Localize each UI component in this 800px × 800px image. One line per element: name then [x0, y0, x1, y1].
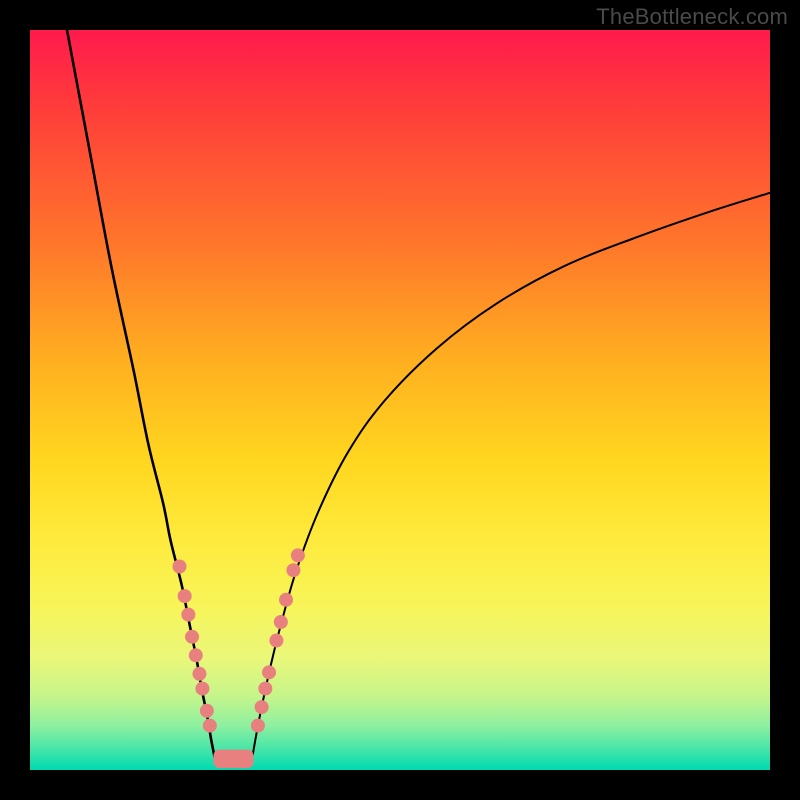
chart-svg [30, 30, 770, 770]
valley-dot [286, 563, 300, 577]
valley-dot [203, 719, 217, 733]
valley-dot [185, 630, 199, 644]
valley-dot [181, 608, 195, 622]
valley-bar [214, 750, 254, 769]
valley-dot [279, 593, 293, 607]
valley-dot [274, 615, 288, 629]
valley-dot [192, 667, 206, 681]
right-curve [252, 193, 770, 759]
valley-dot [251, 719, 265, 733]
valley-dot [291, 548, 305, 562]
plot-area [30, 30, 770, 770]
valley-dot [258, 682, 272, 696]
watermark-text: TheBottleneck.com [596, 4, 788, 30]
chart-frame: TheBottleneck.com [0, 0, 800, 800]
valley-dot [200, 704, 214, 718]
valley-dot [269, 634, 283, 648]
valley-dot [262, 665, 276, 679]
valley-dot [195, 682, 209, 696]
valley-dots-right [251, 548, 305, 732]
valley-dot [255, 700, 269, 714]
valley-dot [178, 589, 192, 603]
valley-dot [172, 560, 186, 574]
valley-dot [189, 648, 203, 662]
